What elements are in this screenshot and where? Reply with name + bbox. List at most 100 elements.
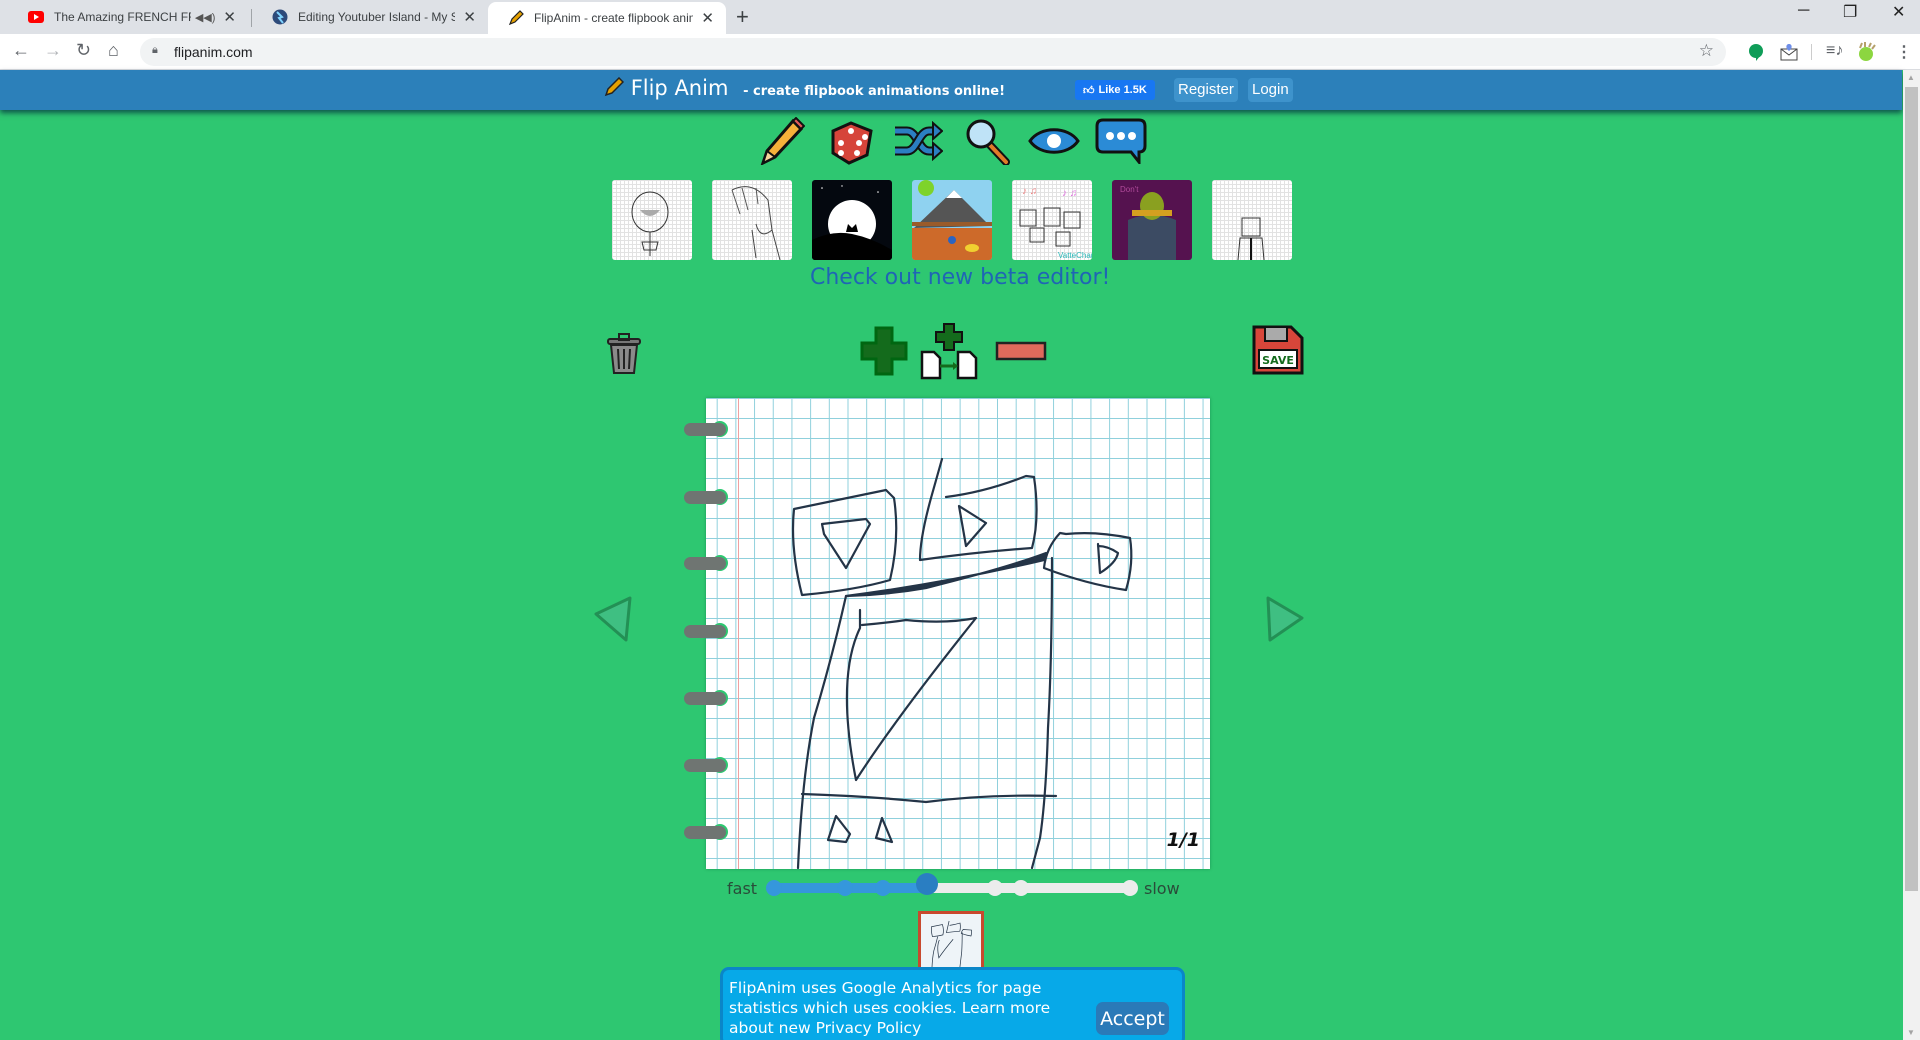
add-frame-button[interactable] — [858, 326, 910, 380]
drawing-canvas[interactable]: 1/1 — [706, 398, 1210, 869]
site-header: Flip Anim - create flipbook animations o… — [0, 70, 1902, 110]
binder-ring — [684, 624, 728, 639]
cookie-message: FlipAnim uses Google Analytics for page … — [729, 979, 1051, 1037]
save-button[interactable]: SAVE — [1250, 324, 1306, 381]
bookmark-star-icon[interactable]: ☆ — [1699, 41, 1714, 61]
arrow-right-icon — [1264, 596, 1304, 646]
close-tab-icon[interactable]: ✕ — [223, 8, 236, 26]
close-window-button[interactable]: ✕ — [1892, 2, 1905, 22]
copy-frame-icon — [920, 322, 982, 385]
next-frame-button[interactable] — [1264, 596, 1304, 647]
site-logo[interactable]: Flip Anim - create flipbook animations o… — [604, 76, 1005, 100]
site-tagline: - create flipbook animations online! — [743, 84, 1006, 99]
binder-ring — [684, 490, 728, 505]
scroll-up-arrow[interactable]: ▲ — [1907, 73, 1915, 82]
tab-french-fry[interactable]: The Amazing FRENCH FRY Ra ◀◀) ✕ — [8, 0, 248, 34]
canvas-drawing — [791, 457, 1133, 869]
shuffle-icon — [893, 120, 944, 166]
lock-icon: 🔒︎ — [152, 44, 158, 56]
tab-youtuber-island[interactable]: Editing Youtuber Island - My Sing ✕ — [252, 0, 488, 34]
binder-ring — [684, 556, 728, 571]
floppy-disk-icon: SAVE — [1251, 324, 1305, 381]
featured-animation-thumbnail[interactable] — [812, 180, 892, 260]
binder-ring — [684, 691, 728, 706]
login-button[interactable]: Login — [1248, 78, 1293, 102]
pencil-icon — [508, 10, 524, 26]
speed-slider[interactable] — [766, 873, 1138, 896]
address-bar[interactable]: 🔒︎ flipanim.com ☆ — [140, 38, 1726, 66]
forward-button[interactable]: → — [44, 40, 62, 61]
search-tool-button[interactable] — [962, 118, 1012, 168]
minimize-button[interactable]: ─ — [1798, 2, 1809, 20]
scrollbar-thumb[interactable] — [1905, 87, 1918, 891]
media-control-icon[interactable]: ≡♪ — [1826, 42, 1843, 60]
featured-animation-thumbnail[interactable]: Don't — [1112, 180, 1192, 260]
tab-title: Editing Youtuber Island - My Sing — [298, 10, 456, 24]
tab-flipanim[interactable]: FlipAnim - create flipbook animat ✕ — [488, 2, 726, 34]
extension-hangouts-icon[interactable] — [1748, 43, 1764, 66]
url-text[interactable]: flipanim.com — [174, 44, 253, 60]
shuffle-tool-button[interactable] — [893, 118, 944, 168]
pencil-logo-icon — [604, 76, 631, 100]
cookie-banner: FlipAnim uses Google Analytics for page … — [720, 967, 1185, 1040]
featured-animation-thumbnail[interactable] — [612, 180, 692, 260]
chrome-menu-icon[interactable]: ⋮ — [1896, 42, 1912, 62]
featured-animation-thumbnail[interactable]: ♪ ♫ ♪ ♫ VatteChan — [1012, 180, 1092, 260]
toolbar-divider — [1811, 44, 1812, 60]
pencil-tool-button[interactable] — [757, 116, 807, 170]
featured-animation-thumbnail[interactable] — [912, 180, 992, 260]
scroll-down-arrow[interactable]: ▼ — [1907, 1028, 1915, 1037]
chat-tool-button[interactable] — [1095, 118, 1147, 169]
new-tab-button[interactable]: + — [736, 4, 749, 30]
pencil-icon — [759, 116, 806, 170]
logo-text: Flip Anim — [630, 76, 729, 100]
minus-icon — [995, 340, 1047, 367]
speed-step[interactable] — [766, 880, 782, 896]
close-tab-icon[interactable]: ✕ — [463, 8, 476, 26]
delete-button[interactable] — [602, 332, 646, 378]
chat-icon — [1095, 118, 1147, 169]
svg-text:♪ ♫: ♪ ♫ — [1062, 188, 1077, 199]
audio-playing-icon[interactable]: ◀◀) — [195, 11, 216, 24]
duplicate-frame-button[interactable] — [920, 322, 982, 385]
browser-toolbar: ← → ↻ ⌂ 🔒︎ flipanim.com ☆ — [0, 34, 1920, 70]
svg-text:VatteChan: VatteChan — [1058, 251, 1092, 260]
tab-title: The Amazing FRENCH FRY Ra — [54, 10, 191, 24]
beta-editor-link[interactable]: Check out new beta editor! — [810, 265, 1110, 290]
frame-thumbnail-1[interactable] — [918, 911, 984, 971]
svg-text:Don't: Don't — [1120, 185, 1139, 194]
remove-frame-button[interactable] — [994, 340, 1048, 366]
register-button[interactable]: Register — [1174, 78, 1238, 102]
previous-frame-button[interactable] — [592, 596, 638, 649]
random-tool-button[interactable] — [826, 118, 876, 168]
restore-button[interactable]: ❐ — [1843, 2, 1857, 22]
featured-animation-thumbnail[interactable] — [712, 180, 792, 260]
youtube-icon — [28, 9, 44, 25]
profile-avatar[interactable] — [1856, 42, 1876, 67]
home-button[interactable]: ⌂ — [108, 40, 119, 61]
speed-slider-knob[interactable] — [916, 873, 939, 895]
save-label: SAVE — [1262, 354, 1294, 367]
featured-animation-thumbnail[interactable] — [1212, 180, 1292, 260]
view-tool-button[interactable] — [1028, 118, 1080, 168]
arrow-left-icon — [592, 596, 638, 648]
thumbs-up-icon: 👍︎ — [1083, 84, 1095, 97]
speed-step[interactable] — [986, 880, 1003, 896]
eye-icon — [1028, 124, 1080, 163]
speed-step[interactable] — [1013, 880, 1030, 896]
dice-icon — [827, 117, 875, 170]
speed-step[interactable] — [837, 880, 854, 896]
browser-tabstrip: The Amazing FRENCH FRY Ra ◀◀) ✕ Editing … — [0, 0, 1920, 34]
tab-title: FlipAnim - create flipbook animat — [534, 11, 694, 25]
world-icon — [272, 9, 288, 25]
accept-cookies-button[interactable]: Accept — [1096, 1002, 1169, 1035]
close-tab-icon[interactable]: ✕ — [701, 9, 714, 27]
extension-mail-icon[interactable] — [1780, 43, 1798, 66]
reload-button[interactable]: ↻ — [76, 40, 91, 61]
speed-step[interactable] — [874, 880, 891, 896]
speed-step[interactable] — [1122, 880, 1138, 896]
binder-ring — [684, 825, 728, 840]
facebook-like-button[interactable]: 👍︎ Like 1.5K — [1075, 80, 1155, 100]
page-scrollbar[interactable]: ▲ ▼ — [1903, 70, 1920, 1040]
back-button[interactable]: ← — [12, 40, 30, 61]
